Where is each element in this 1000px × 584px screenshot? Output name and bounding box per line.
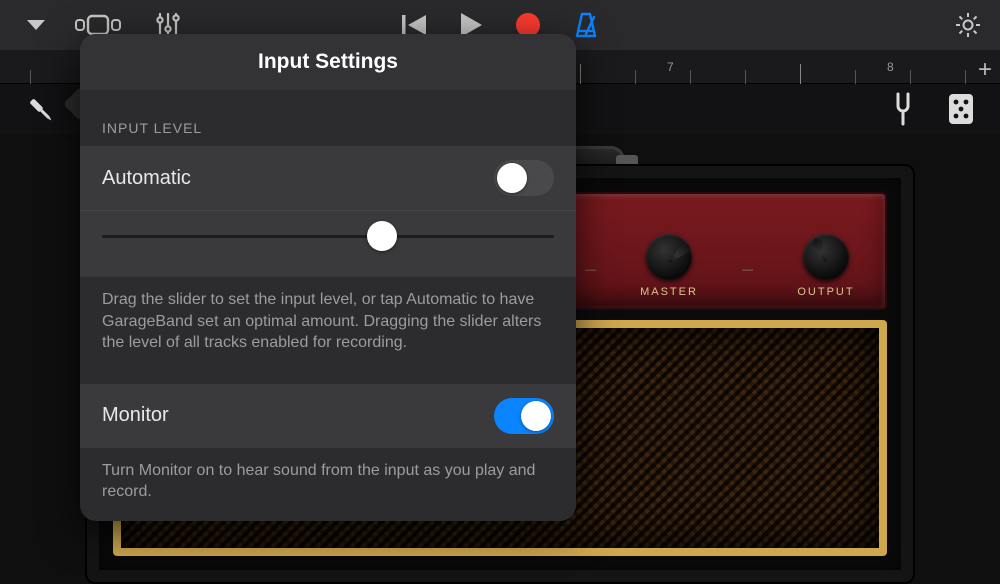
amp-knob-output[interactable]: OUTPUT bbox=[787, 234, 865, 298]
automatic-row: Automatic bbox=[80, 146, 576, 210]
input-level-slider-row bbox=[80, 210, 576, 277]
settings-button[interactable] bbox=[954, 11, 982, 39]
monitor-toggle[interactable] bbox=[494, 398, 554, 434]
guitar-jack-icon bbox=[22, 91, 58, 127]
tuner-button[interactable] bbox=[888, 92, 918, 126]
chevron-down-icon bbox=[23, 12, 49, 38]
monitor-help-text: Turn Monitor on to hear sound from the i… bbox=[80, 448, 576, 521]
ruler-bar-number: 7 bbox=[667, 60, 674, 74]
monitor-label: Monitor bbox=[102, 404, 169, 427]
monitor-row: Monitor bbox=[80, 384, 576, 448]
automatic-label: Automatic bbox=[102, 167, 191, 190]
automatic-toggle[interactable] bbox=[494, 160, 554, 196]
domino-icon bbox=[948, 93, 974, 125]
gear-icon bbox=[954, 11, 982, 39]
popover-title: Input Settings bbox=[80, 34, 576, 90]
ruler-bar-number: 8 bbox=[887, 60, 894, 74]
knob-label: MASTER bbox=[640, 286, 698, 298]
amp-knob-master[interactable]: MASTER bbox=[630, 234, 708, 298]
input-level-slider[interactable] bbox=[102, 221, 554, 251]
input-level-help-text: Drag the slider to set the input level, … bbox=[80, 277, 576, 372]
input-jack-button[interactable] bbox=[22, 91, 58, 127]
knob-label: OUTPUT bbox=[797, 286, 854, 298]
section-label-input-level: INPUT LEVEL bbox=[80, 90, 576, 146]
add-section-button[interactable]: + bbox=[978, 56, 992, 84]
metronome-icon bbox=[572, 11, 600, 39]
input-settings-popover: Input Settings INPUT LEVEL Automatic Dra… bbox=[80, 34, 576, 521]
tuning-fork-icon bbox=[888, 92, 918, 126]
amp-preset-button[interactable] bbox=[948, 93, 974, 125]
metronome-button[interactable] bbox=[572, 11, 600, 39]
nav-dropdown-button[interactable] bbox=[8, 0, 63, 50]
